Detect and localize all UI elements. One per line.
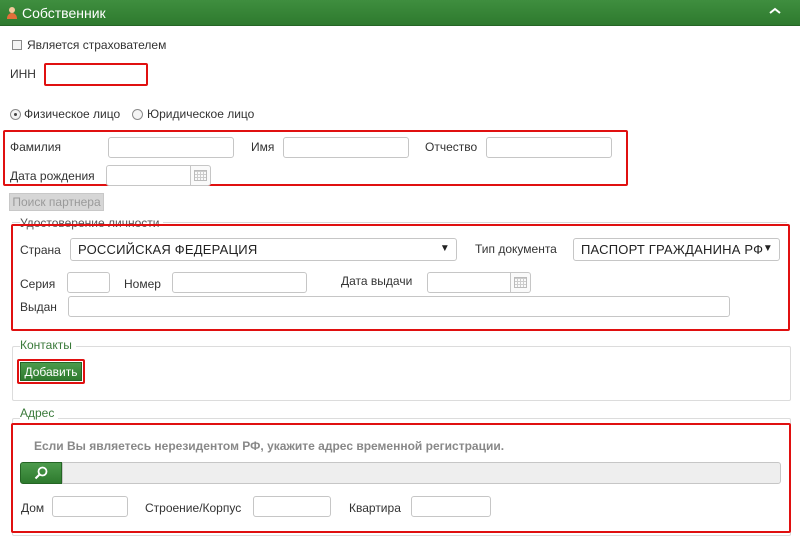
contacts-panel [12, 346, 791, 401]
birth-date-input[interactable] [106, 165, 191, 186]
middle-name-input[interactable] [486, 137, 612, 158]
calendar-icon[interactable] [191, 165, 211, 186]
building-label: Строение/Корпус [145, 501, 242, 515]
issued-by-input[interactable] [68, 296, 730, 317]
search-icon [34, 466, 48, 480]
address-search-input[interactable] [62, 462, 781, 484]
middle-name-label: Отчество [425, 140, 478, 154]
add-contact-button[interactable]: Добавить [20, 362, 82, 381]
first-name-input[interactable] [283, 137, 409, 158]
radio-individual-label: Физическое лицо [24, 107, 121, 121]
issued-by-label: Выдан [20, 300, 57, 314]
doc-type-select[interactable]: ПАСПОРТ ГРАЖДАНИНА РФ ▼ [573, 238, 780, 261]
address-search-button[interactable] [20, 462, 62, 484]
panel-header[interactable]: Собственник [0, 0, 800, 26]
apartment-input[interactable] [411, 496, 491, 517]
radio-individual[interactable] [10, 109, 21, 120]
birth-date-label: Дата рождения [10, 169, 95, 183]
country-select[interactable]: РОССИЙСКАЯ ФЕДЕРАЦИЯ ▼ [70, 238, 457, 261]
building-input[interactable] [253, 496, 331, 517]
insurer-label: Является страхователем [27, 38, 167, 52]
inn-highlight [44, 63, 148, 86]
country-label: Страна [20, 243, 61, 257]
country-select-value: РОССИЙСКАЯ ФЕДЕРАЦИЯ [78, 242, 258, 257]
address-hint: Если Вы являетесь нерезидентом РФ, укажи… [34, 439, 505, 453]
house-input[interactable] [52, 496, 128, 517]
inn-label: ИНН [10, 67, 36, 81]
doc-type-label: Тип документа [475, 242, 557, 256]
contacts-title: Контакты [20, 338, 76, 352]
series-label: Серия [20, 277, 56, 291]
number-input[interactable] [172, 272, 307, 293]
calendar-icon[interactable] [511, 272, 531, 293]
last-name-label: Фамилия [10, 140, 61, 154]
chevron-up-icon[interactable] [768, 4, 782, 18]
search-partner-button[interactable]: Поиск партнера [9, 193, 104, 211]
issue-date-label: Дата выдачи [341, 274, 413, 288]
house-label: Дом [21, 501, 45, 515]
insurer-checkbox[interactable] [12, 40, 22, 50]
apartment-label: Квартира [349, 501, 401, 515]
number-label: Номер [124, 277, 161, 291]
doc-type-select-value: ПАСПОРТ ГРАЖДАНИНА РФ [581, 242, 764, 257]
chevron-down-icon: ▼ [439, 243, 450, 254]
person-icon [6, 6, 18, 19]
radio-legal-entity[interactable] [132, 109, 143, 120]
address-title: Адрес [20, 406, 59, 420]
issue-date-input[interactable] [427, 272, 511, 293]
series-input[interactable] [67, 272, 110, 293]
panel-title: Собственник [22, 4, 106, 21]
inn-input[interactable] [46, 65, 146, 84]
chevron-down-icon: ▼ [762, 243, 773, 254]
radio-legal-entity-label: Юридическое лицо [147, 107, 255, 121]
first-name-label: Имя [251, 140, 275, 154]
last-name-input[interactable] [108, 137, 234, 158]
